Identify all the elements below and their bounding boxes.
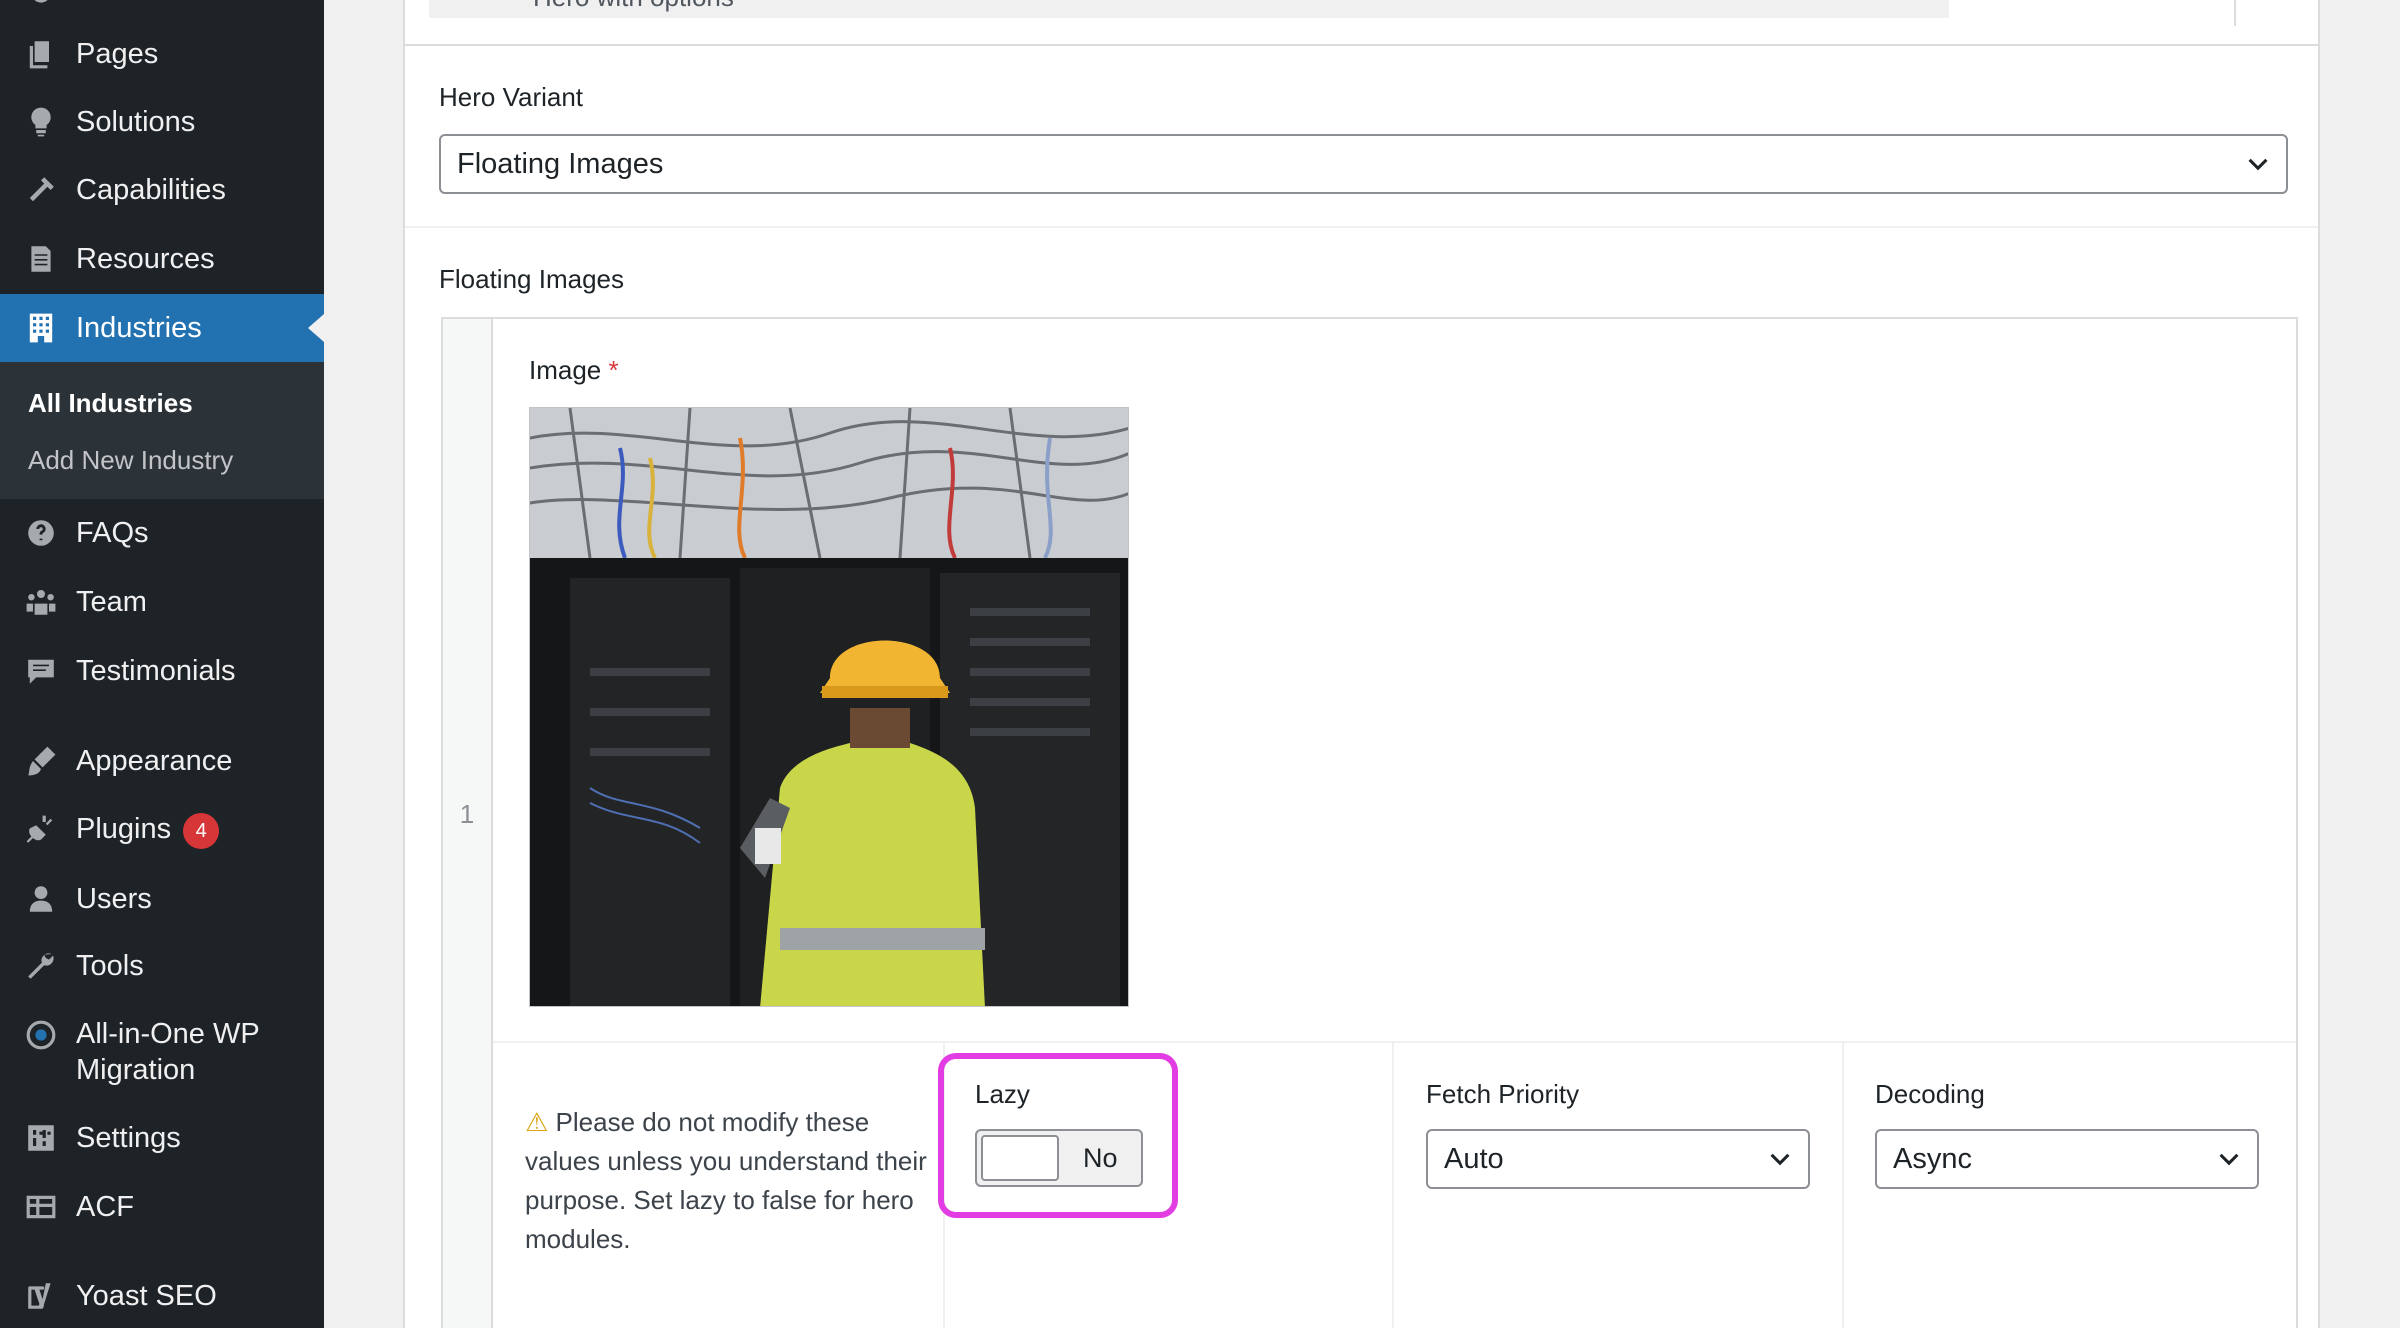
layout-title: Hero with options xyxy=(533,0,734,13)
toggle-knob xyxy=(981,1135,1059,1181)
current-menu-arrow xyxy=(308,314,324,342)
repeater-row-handle[interactable]: 1 xyxy=(443,319,493,1328)
sidebar-item-label: Users xyxy=(76,883,152,915)
document-icon xyxy=(24,242,58,276)
hero-variant-select[interactable]: Floating Images xyxy=(439,134,2288,194)
sidebar-item-label: All-in-One WP xyxy=(76,1018,260,1050)
fetch-priority-field: Fetch Priority Auto xyxy=(1392,1043,1842,1328)
lazy-field: Lazy No xyxy=(943,1043,1392,1328)
worker-server-room-image xyxy=(530,408,1128,1006)
sidebar-item-industries[interactable]: Industries xyxy=(0,294,324,362)
sidebar-item-label: Appearance xyxy=(76,745,233,777)
sidebar-item-all-in-one-wp-migration[interactable]: All-in-One WP Migration xyxy=(0,1016,324,1090)
sidebar-item-plugins[interactable]: Plugins 4 xyxy=(0,810,324,850)
building-icon xyxy=(24,311,58,345)
fetch-priority-select[interactable]: Auto xyxy=(1426,1129,1810,1189)
decoding-label: Decoding xyxy=(1875,1079,1985,1109)
submenu-all-industries[interactable]: All Industries xyxy=(28,388,193,419)
sidebar-item-label: Yoast SEO xyxy=(76,1280,217,1312)
plugin-icon xyxy=(24,813,58,847)
layout-header-strip: Hero with options xyxy=(405,0,2318,46)
sidebar-item-resources[interactable]: Resources xyxy=(0,239,324,279)
lazy-toggle-state: No xyxy=(1083,1143,1118,1173)
field-divider xyxy=(405,226,2318,228)
wrench-icon xyxy=(24,949,58,983)
yoast-icon xyxy=(24,1279,58,1313)
sidebar-item-yoast-seo[interactable]: Yoast SEO xyxy=(0,1276,324,1316)
sidebar-item-appearance[interactable]: Appearance xyxy=(0,741,324,781)
brush-icon xyxy=(24,744,58,778)
lazy-toggle-switch[interactable]: No xyxy=(975,1129,1143,1187)
sidebar-item-label: Testimonials xyxy=(76,655,236,687)
sidebar-item-solutions[interactable]: Solutions xyxy=(0,102,324,142)
required-asterisk: * xyxy=(608,355,619,385)
groups-icon xyxy=(24,585,58,619)
admin-sidebar: Pages Solutions Capabilities Resources I… xyxy=(0,0,324,1328)
sidebar-item-faqs[interactable]: FAQs xyxy=(0,513,324,553)
sidebar-item-label: Tools xyxy=(76,950,144,982)
sidebar-item-label-wrap: Plugins 4 xyxy=(76,811,220,849)
chevron-down-icon xyxy=(2244,150,2272,178)
floating-images-repeater: 1 Image * ⚠ Please do not modify these v… xyxy=(441,317,2298,1328)
migration-icon xyxy=(24,1018,58,1052)
image-label-text: Image xyxy=(529,355,602,385)
sidebar-item-partial[interactable] xyxy=(0,0,324,10)
industries-submenu: All Industries Add New Industry xyxy=(0,362,324,499)
plugins-update-badge: 4 xyxy=(183,812,220,849)
lightbulb-icon xyxy=(24,105,58,139)
sidebar-item-label: Resources xyxy=(76,243,215,275)
testimonial-icon xyxy=(24,654,58,688)
hero-variant-label: Hero Variant xyxy=(439,82,584,112)
chevron-down-icon xyxy=(1766,1145,1794,1173)
column-divider xyxy=(2234,0,2236,26)
sidebar-item-label: Capabilities xyxy=(76,174,226,206)
sidebar-item-label: FAQs xyxy=(76,517,149,549)
pages-icon xyxy=(24,37,58,71)
sidebar-item-label: Settings xyxy=(76,1122,181,1154)
acf-field-group-panel: Hero with options Hero Variant Floating … xyxy=(403,0,2320,1328)
user-icon xyxy=(24,882,58,916)
sidebar-item-label: Solutions xyxy=(76,106,196,138)
sidebar-item-label: Team xyxy=(76,586,147,618)
image-field-label: Image * xyxy=(529,355,619,386)
sidebar-item-label: Industries xyxy=(76,312,202,344)
layout-title-bar[interactable]: Hero with options xyxy=(429,0,1949,18)
chevron-down-icon xyxy=(2215,1145,2243,1173)
sidebar-item-label: Pages xyxy=(76,38,159,70)
sidebar-item-team[interactable]: Team xyxy=(0,582,324,622)
image-thumbnail[interactable] xyxy=(529,407,1129,1007)
sidebar-item-label-line2: Migration xyxy=(76,1054,196,1086)
settings-icon xyxy=(24,1121,58,1155)
fetch-priority-label: Fetch Priority xyxy=(1426,1079,1580,1109)
image-attributes-row: ⚠ Please do not modify these values unle… xyxy=(493,1041,2296,1328)
warning-text: Please do not modify these values unless… xyxy=(525,1107,927,1254)
sidebar-item-testimonials[interactable]: Testimonials xyxy=(0,651,324,691)
decoding-select[interactable]: Async xyxy=(1875,1129,2259,1189)
fetch-priority-value: Auto xyxy=(1444,1143,1504,1175)
sidebar-item-users[interactable]: Users xyxy=(0,879,324,919)
floating-images-label: Floating Images xyxy=(439,264,624,294)
decoding-value: Async xyxy=(1893,1143,1972,1175)
sidebar-item-label: Plugins xyxy=(76,813,172,846)
acf-icon xyxy=(24,1190,58,1224)
row-number: 1 xyxy=(459,799,475,829)
sidebar-item-pages[interactable]: Pages xyxy=(0,34,324,74)
question-icon xyxy=(24,516,58,550)
sidebar-item-label: ACF xyxy=(76,1191,134,1223)
warning-icon: ⚠ xyxy=(525,1107,549,1137)
sidebar-item-capabilities[interactable]: Capabilities xyxy=(0,170,324,210)
submenu-add-new-industry[interactable]: Add New Industry xyxy=(28,445,233,476)
lazy-label: Lazy xyxy=(975,1079,1030,1109)
sidebar-item-settings[interactable]: Settings xyxy=(0,1118,324,1158)
sidebar-item-acf[interactable]: ACF xyxy=(0,1187,324,1227)
hammer-icon xyxy=(24,173,58,207)
warning-message: ⚠ Please do not modify these values unle… xyxy=(525,1103,945,1259)
decoding-field: Decoding Async xyxy=(1842,1043,2296,1328)
sidebar-item-tools[interactable]: Tools xyxy=(0,946,324,986)
dashboard-icon xyxy=(24,0,58,10)
hero-variant-value: Floating Images xyxy=(457,148,664,180)
